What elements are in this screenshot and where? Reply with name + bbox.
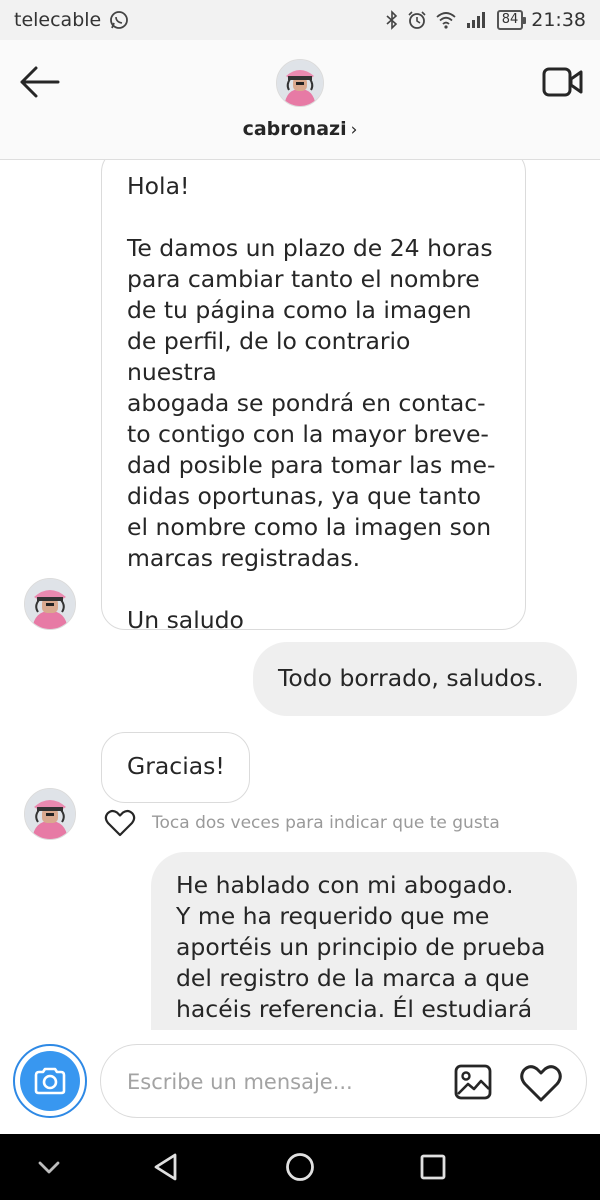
carrier-label: telecable	[14, 9, 102, 31]
clock: 21:38	[531, 9, 586, 31]
like-hint-row: Toca dos veces para indicar que te gusta	[104, 808, 500, 838]
status-bar: telecable 84 21:38	[0, 0, 600, 40]
message-input-container[interactable]	[100, 1044, 587, 1118]
sender-avatar[interactable]	[24, 578, 76, 630]
video-call-icon[interactable]	[542, 64, 584, 100]
gallery-icon[interactable]	[453, 1063, 493, 1101]
camera-button[interactable]	[13, 1044, 87, 1118]
back-arrow-icon[interactable]	[18, 62, 62, 102]
home-circle-icon[interactable]	[281, 1148, 319, 1186]
incoming-message[interactable]: Hola! Te damos un plazo de 24 horas para…	[101, 160, 526, 634]
message-composer	[0, 1030, 600, 1134]
signal-icon	[466, 12, 485, 28]
message-input[interactable]	[125, 1065, 429, 1099]
whatsapp-icon	[110, 11, 129, 29]
sender-avatar[interactable]	[24, 788, 76, 840]
back-triangle-icon[interactable]	[148, 1148, 186, 1186]
wifi-icon	[436, 12, 456, 29]
outgoing-message[interactable]: Todo borrado, saludos.	[253, 642, 577, 716]
bluetooth-icon	[386, 10, 397, 30]
chevron-right-icon: ›	[350, 120, 358, 140]
username-label: cabronazi	[242, 118, 347, 140]
chat-header: cabronazi ›	[0, 40, 600, 160]
chevron-down-icon[interactable]	[30, 1148, 68, 1186]
heart-icon[interactable]	[519, 1063, 563, 1103]
incoming-message[interactable]: Gracias!	[101, 732, 250, 803]
android-nav-bar	[0, 1134, 600, 1200]
outgoing-message[interactable]: He hablado con mi abogado. Y me ha reque…	[151, 852, 577, 1030]
battery-level: 84	[501, 12, 519, 27]
like-hint-text: Toca dos veces para indicar que te gusta	[152, 813, 500, 833]
alarm-icon	[408, 11, 426, 29]
profile-avatar[interactable]	[276, 59, 324, 107]
message-thread[interactable]: Hola! Te damos un plazo de 24 horas para…	[0, 160, 600, 1030]
heart-outline-icon[interactable]	[104, 808, 136, 838]
battery-icon: 84	[496, 10, 526, 30]
profile-username[interactable]: cabronazi ›	[0, 118, 600, 140]
recents-square-icon[interactable]	[414, 1148, 452, 1186]
camera-icon	[34, 1067, 66, 1095]
